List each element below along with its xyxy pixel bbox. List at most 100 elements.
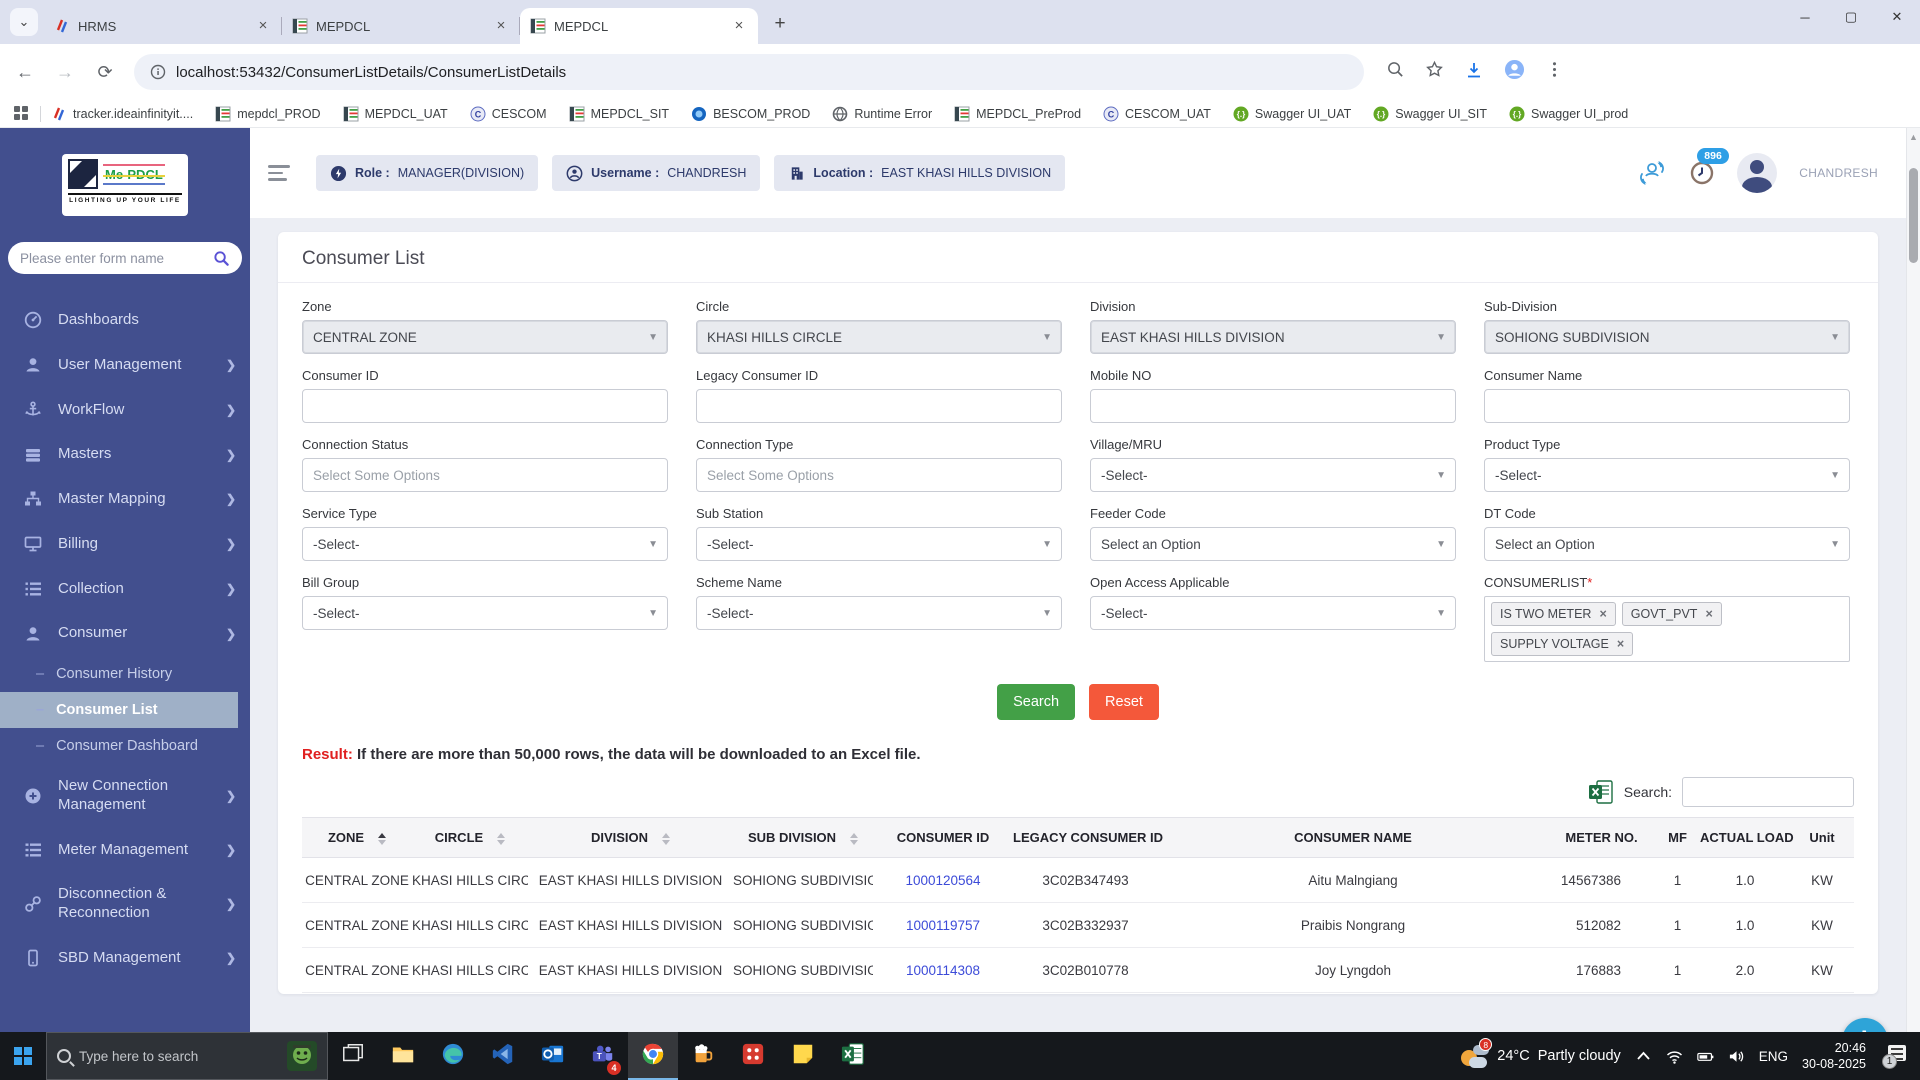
notification-center-button[interactable]: 1 [1880, 1043, 1910, 1069]
service-type-select[interactable]: -Select-▼ [302, 527, 668, 561]
sort-icon[interactable] [850, 833, 858, 845]
zoom-lens-icon[interactable] [1386, 60, 1405, 84]
sidebar-item-consumer[interactable]: Consumer❯ [0, 611, 250, 656]
taskbar-app-vscode[interactable] [478, 1032, 528, 1080]
product-type-select[interactable]: -Select-▼ [1484, 458, 1850, 492]
column-header-sub-division[interactable]: SUB DIVISION [733, 818, 873, 858]
battery-icon[interactable] [1697, 1048, 1714, 1065]
table-search-input[interactable] [1682, 777, 1854, 807]
sidebar-subitem-consumer-list[interactable]: –Consumer List [0, 692, 238, 728]
chip-remove-icon[interactable]: × [1705, 607, 1712, 621]
back-button[interactable]: ← [10, 57, 40, 87]
table-cell[interactable]: 1000119757 [873, 903, 1013, 948]
open-access-applicable-select[interactable]: -Select-▼ [1090, 596, 1456, 630]
taskbar-app-beer[interactable] [678, 1032, 728, 1080]
chip-remove-icon[interactable]: × [1617, 637, 1624, 651]
column-header-circle[interactable]: CIRCLE [412, 818, 528, 858]
consumer-id-link[interactable]: 1000120564 [905, 873, 980, 888]
bookmark-item[interactable]: mepdcl_PROD [215, 106, 320, 122]
start-button[interactable] [0, 1032, 46, 1080]
tab-close-icon[interactable]: × [492, 17, 510, 35]
maximize-button[interactable]: ▢ [1828, 0, 1874, 34]
sidebar-item-disconnection-reconnection[interactable]: Disconnection & Reconnection❯ [0, 872, 250, 936]
volume-icon[interactable] [1728, 1048, 1745, 1065]
forward-button[interactable]: → [50, 57, 80, 87]
close-button[interactable]: ✕ [1874, 0, 1920, 34]
menu-kebab-icon[interactable] [1545, 60, 1564, 84]
bookmark-item[interactable]: Runtime Error [832, 106, 932, 122]
sidebar-item-new-connection-management[interactable]: New Connection Management❯ [0, 764, 250, 828]
bookmark-item[interactable]: MEPDCL_UAT [343, 106, 448, 122]
bookmark-item[interactable]: MEPDCL_PreProd [954, 106, 1081, 122]
bookmark-item[interactable]: {.}Swagger UI_UAT [1233, 106, 1351, 122]
bookmark-item[interactable]: {.}Swagger UI_SIT [1373, 106, 1487, 122]
sidebar-subitem-consumer-history[interactable]: –Consumer History [0, 656, 250, 692]
sidebar-item-meter-management[interactable]: Meter Management❯ [0, 828, 250, 873]
bookmark-item[interactable]: CCESCOM_UAT [1103, 106, 1211, 122]
sidebar-item-billing[interactable]: Billing❯ [0, 522, 250, 567]
new-tab-button[interactable]: + [766, 10, 794, 38]
sidebar-subitem-consumer-dashboard[interactable]: –Consumer Dashboard [0, 728, 250, 764]
table-cell[interactable]: 1000117713 [873, 993, 1013, 995]
dt-code-select[interactable]: Select an Option▼ [1484, 527, 1850, 561]
sidebar-item-dashboards[interactable]: Dashboards [0, 298, 250, 343]
minimize-button[interactable]: ─ [1782, 0, 1828, 34]
sidebar-item-user-management[interactable]: User Management❯ [0, 343, 250, 388]
app-logo[interactable]: Me-PDCL LIGHTING UP YOUR LIFE [62, 154, 188, 216]
consumer-name-input[interactable] [1495, 399, 1839, 414]
tab-search-button[interactable]: ⌄ [10, 8, 38, 36]
consumer-id-input[interactable] [313, 399, 657, 414]
browser-tab[interactable]: MEPDCL× [282, 8, 520, 44]
taskbar-search-box[interactable]: Type here to search [46, 1032, 328, 1080]
mobile-no-input[interactable] [1101, 399, 1445, 414]
support-agent-icon[interactable] [1637, 160, 1667, 186]
bookmark-star-icon[interactable] [1425, 60, 1444, 84]
wifi-icon[interactable] [1666, 1048, 1683, 1065]
scrollbar-thumb[interactable] [1909, 168, 1918, 263]
table-cell[interactable]: 1000114308 [873, 948, 1013, 993]
tray-chevron-icon[interactable] [1635, 1048, 1652, 1065]
sort-icon[interactable] [662, 833, 670, 845]
search-icon[interactable] [213, 250, 230, 267]
taskbar-app-excel[interactable] [828, 1032, 878, 1080]
taskbar-app-outlook[interactable] [528, 1032, 578, 1080]
scheme-name-select[interactable]: -Select-▼ [696, 596, 1062, 630]
bill-group-select[interactable]: -Select-▼ [302, 596, 668, 630]
column-header-division[interactable]: DIVISION [528, 818, 733, 858]
tab-close-icon[interactable]: × [730, 17, 748, 35]
sidebar-item-collection[interactable]: Collection❯ [0, 567, 250, 612]
chip-remove-icon[interactable]: × [1599, 607, 1606, 621]
tab-close-icon[interactable]: × [254, 17, 272, 35]
feeder-code-select[interactable]: Select an Option▼ [1090, 527, 1456, 561]
address-bar[interactable]: localhost:53432/ConsumerListDetails/Cons… [134, 54, 1364, 90]
excel-export-icon[interactable] [1588, 779, 1614, 805]
zone-select[interactable]: CENTRAL ZONE▼ [302, 320, 668, 354]
taskbar-app-file-explorer[interactable] [378, 1032, 428, 1080]
bookmark-item[interactable]: BESCOM_PROD [691, 106, 810, 122]
sidebar-item-workflow[interactable]: WorkFlow❯ [0, 388, 250, 433]
site-info-icon[interactable] [150, 64, 166, 80]
connection-type-multiselect[interactable]: Select Some Options [696, 458, 1062, 492]
consumer-id-link[interactable]: 1000119757 [906, 918, 980, 933]
village-mru-select[interactable]: -Select-▼ [1090, 458, 1456, 492]
bookmark-item[interactable]: MEPDCL_SIT [569, 106, 670, 122]
bookmark-item[interactable]: {.}Swagger UI_prod [1509, 106, 1628, 122]
sidebar-item-master-mapping[interactable]: Master Mapping❯ [0, 477, 250, 522]
apps-grid-icon[interactable] [14, 106, 30, 122]
form-search-input[interactable]: Please enter form name [8, 242, 242, 274]
weather-widget[interactable]: 8 24°C Partly cloudy [1459, 1043, 1620, 1069]
reset-button[interactable]: Reset [1089, 684, 1159, 720]
bookmark-item[interactable]: CCESCOM [470, 106, 547, 122]
taskbar-app-red-grid[interactable] [728, 1032, 778, 1080]
sort-icon[interactable] [497, 833, 505, 845]
sort-icon[interactable] [378, 833, 386, 845]
profile-avatar[interactable] [1737, 153, 1777, 193]
taskbar-clock[interactable]: 20:46 30-08-2025 [1802, 1040, 1866, 1073]
profile-avatar-icon[interactable] [1504, 59, 1525, 85]
sub-division-select[interactable]: SOHIONG SUBDIVISION▼ [1484, 320, 1850, 354]
connection-status-multiselect[interactable]: Select Some Options [302, 458, 668, 492]
consumerlist-multiselect[interactable]: IS TWO METER×GOVT_PVT×SUPPLY VOLTAGE× [1484, 596, 1850, 662]
taskbar-app-edge[interactable] [428, 1032, 478, 1080]
reload-button[interactable]: ⟳ [90, 57, 120, 87]
table-cell[interactable]: 1000120564 [873, 858, 1013, 903]
